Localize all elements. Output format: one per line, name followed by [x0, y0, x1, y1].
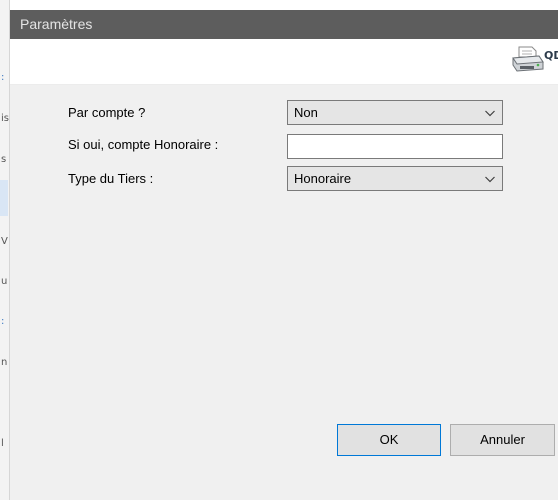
background-selected-row — [0, 180, 8, 216]
chevron-down-icon — [485, 110, 495, 117]
background-char: V — [1, 236, 8, 247]
background-window-edge: : is s V u : n l — [0, 0, 10, 500]
compte-honoraire-input[interactable] — [288, 135, 502, 158]
background-char: n — [1, 357, 8, 368]
print-label: QD — [544, 49, 558, 62]
compte-honoraire-field[interactable] — [287, 134, 503, 159]
ok-button[interactable]: OK — [337, 424, 441, 456]
cancel-button[interactable]: Annuler — [450, 424, 555, 456]
compte-honoraire-label: Si oui, compte Honoraire : — [68, 137, 219, 152]
chevron-down-icon — [485, 176, 495, 183]
type-tiers-select[interactable]: Honoraire — [287, 166, 503, 191]
par-compte-value: Non — [294, 105, 318, 120]
type-tiers-value: Honoraire — [294, 171, 352, 186]
print-button[interactable]: QD — [510, 43, 558, 79]
background-char: l — [1, 438, 4, 449]
parameters-dialog: QD Par compte ? Non Si oui, compte Honor… — [10, 39, 558, 500]
printer-icon — [512, 46, 544, 72]
background-char: u — [1, 276, 8, 287]
background-char: : — [1, 316, 5, 327]
background-char: s — [1, 154, 7, 165]
dialog-title-bar[interactable]: Paramètres — [10, 10, 558, 39]
background-char: : — [1, 72, 5, 83]
background-char: is — [1, 113, 9, 124]
par-compte-select[interactable]: Non — [287, 100, 503, 125]
dialog-title: Paramètres — [20, 16, 93, 32]
par-compte-label: Par compte ? — [68, 105, 146, 120]
type-tiers-label: Type du Tiers : — [68, 171, 154, 186]
